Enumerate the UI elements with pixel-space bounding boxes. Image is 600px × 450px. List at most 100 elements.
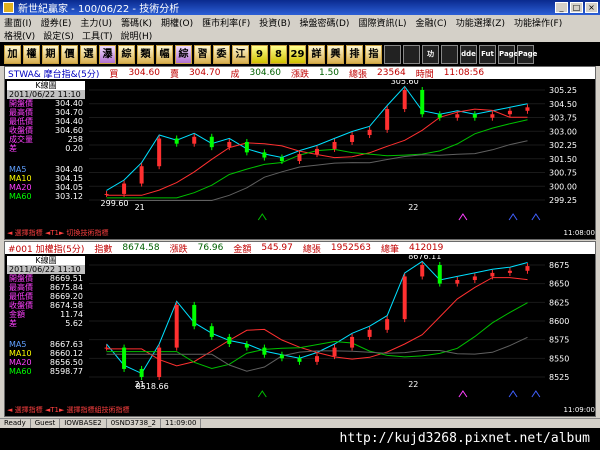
- status-field: Ready: [0, 419, 31, 428]
- candle: [507, 110, 512, 115]
- toolbar-button[interactable]: 指: [365, 44, 382, 64]
- candle: [227, 141, 232, 148]
- toolbar-button[interactable]: 詳: [308, 44, 325, 64]
- menu-item[interactable]: 投資(B): [259, 16, 290, 29]
- toolbar-button[interactable]: 加: [4, 44, 21, 64]
- candle: [244, 141, 249, 153]
- info-value: 5.62: [65, 319, 83, 328]
- menu-item[interactable]: 期權(O): [161, 16, 193, 29]
- index-value: 8674.58: [122, 243, 160, 253]
- maximize-button[interactable]: □: [570, 2, 583, 13]
- minimize-button[interactable]: _: [555, 2, 568, 13]
- menu-item[interactable]: 說明(H): [120, 29, 152, 42]
- toolbar-button[interactable]: [403, 44, 420, 64]
- toolbar-button[interactable]: 瀑: [99, 44, 116, 64]
- low-label: 299.60: [101, 199, 129, 208]
- toolbar-button[interactable]: 功: [422, 44, 439, 64]
- ma-key: MA20: [9, 358, 32, 367]
- info-key: 最高價: [9, 283, 33, 292]
- chart-panel-taiex: #001 加權指(5分) 指數 8674.58 漲跌 76.96 金額 545.…: [4, 241, 596, 417]
- toolbar-button[interactable]: Page: [517, 44, 537, 64]
- sell-value: 304.70: [188, 68, 221, 78]
- menu-item[interactable]: 主力(U): [80, 16, 112, 29]
- menu-item[interactable]: 金融(C): [415, 16, 446, 29]
- info-key: 成交量: [9, 135, 33, 144]
- time-label: 時間: [415, 69, 434, 80]
- high-label: 8676.11: [408, 255, 441, 261]
- toolbar-button[interactable]: 類: [137, 44, 154, 64]
- info-key: 收盤價: [9, 126, 33, 135]
- toolbar-button[interactable]: 9: [251, 44, 268, 64]
- menu-item[interactable]: 籌碼(K): [121, 16, 152, 29]
- menu-item[interactable]: 工具(T): [82, 29, 113, 42]
- buy-label: 買: [109, 69, 119, 80]
- info-row: 最高價 8675.84: [7, 283, 85, 292]
- change-label: 漲跌: [290, 69, 309, 80]
- ma-key: MA60: [9, 367, 32, 376]
- toolbar-button[interactable]: 期: [42, 44, 59, 64]
- info-key: 最低價: [9, 292, 33, 301]
- info-value: 8674.58: [49, 301, 83, 310]
- ma-value: 304.40: [55, 165, 83, 174]
- app-logo-icon: [3, 2, 14, 13]
- change-value: 1.50: [318, 68, 340, 78]
- candle: [332, 347, 337, 357]
- toolbar-button[interactable]: Fut: [479, 44, 496, 64]
- toolbar-button[interactable]: 8: [270, 44, 287, 64]
- candle: [455, 280, 460, 284]
- footer-time: 11:09:00: [563, 406, 595, 414]
- toolbar-button[interactable]: 權: [23, 44, 40, 64]
- toolbar-button[interactable]: 幅: [156, 44, 173, 64]
- candle: [385, 109, 390, 130]
- candle: [490, 114, 495, 118]
- signal-marker: [257, 390, 267, 398]
- toolbar-button[interactable]: 習: [194, 44, 211, 64]
- candle: [244, 344, 249, 348]
- toolbar-button[interactable]: 價: [61, 44, 78, 64]
- toolbar-button[interactable]: 選: [80, 44, 97, 64]
- toolbar-button[interactable]: 綜: [118, 44, 135, 64]
- info-row: 最低價 304.40: [7, 117, 85, 126]
- panel-header: STWA& 摩台指&(5分) 買 304.60 賣 304.70 成 304.6…: [5, 67, 595, 79]
- info-value: 8669.20: [49, 292, 83, 301]
- window-title: 新世紀贏家 - 100/06/22 - 技術分析: [18, 4, 180, 15]
- toolbar-button[interactable]: 江: [232, 44, 249, 64]
- candle: [122, 183, 127, 194]
- info-row: 最低價 8669.20: [7, 292, 85, 301]
- menu-item[interactable]: 匯市利率(F): [202, 16, 250, 29]
- ma-row: MA10 8660.12: [7, 349, 85, 358]
- toolbar-button[interactable]: 委: [213, 44, 230, 64]
- toolbar-button[interactable]: 排: [346, 44, 363, 64]
- toolbar-button[interactable]: 興: [327, 44, 344, 64]
- menu-item[interactable]: 功能操作(F): [514, 16, 562, 29]
- candle: [262, 347, 267, 355]
- toolbar-button[interactable]: 綜: [175, 44, 192, 64]
- y-tick-label: 303.00: [549, 127, 577, 136]
- toolbar-button[interactable]: 29: [289, 44, 306, 64]
- menu-item[interactable]: 設定(S): [43, 29, 74, 42]
- close-button[interactable]: ×: [585, 2, 598, 13]
- menu-item[interactable]: 畫面(I): [4, 16, 32, 29]
- toolbar-button[interactable]: [384, 44, 401, 64]
- menu-item[interactable]: 證券(E): [41, 16, 72, 29]
- menu-item[interactable]: 操盤密碼(D): [299, 16, 349, 29]
- status-field: Guest: [31, 419, 61, 428]
- ma-row: MA60 303.12: [7, 192, 85, 201]
- y-tick-label: 303.75: [549, 114, 577, 123]
- toolbar-button[interactable]: Page: [498, 44, 518, 64]
- menu-item[interactable]: 格視(V): [4, 29, 35, 42]
- y-tick-label: 8675: [549, 261, 569, 270]
- signal-marker: [257, 213, 267, 221]
- menu-item[interactable]: 功能選擇(Z): [456, 16, 505, 29]
- ma-key: MA10: [9, 349, 32, 358]
- menu-item[interactable]: 國際資訊(L): [358, 16, 406, 29]
- toolbar-button[interactable]: [441, 44, 458, 64]
- candlestick-chart[interactable]: 86758650862586008575855085258676.118518.…: [89, 255, 595, 405]
- candlestick-chart[interactable]: 305.25 304.50 303.75 303.00 302.25 301.50 300.…: [89, 80, 595, 228]
- candle: [279, 354, 284, 359]
- signal-marker: [508, 390, 518, 398]
- candle: [367, 329, 372, 337]
- toolbar-button[interactable]: dde: [460, 44, 477, 64]
